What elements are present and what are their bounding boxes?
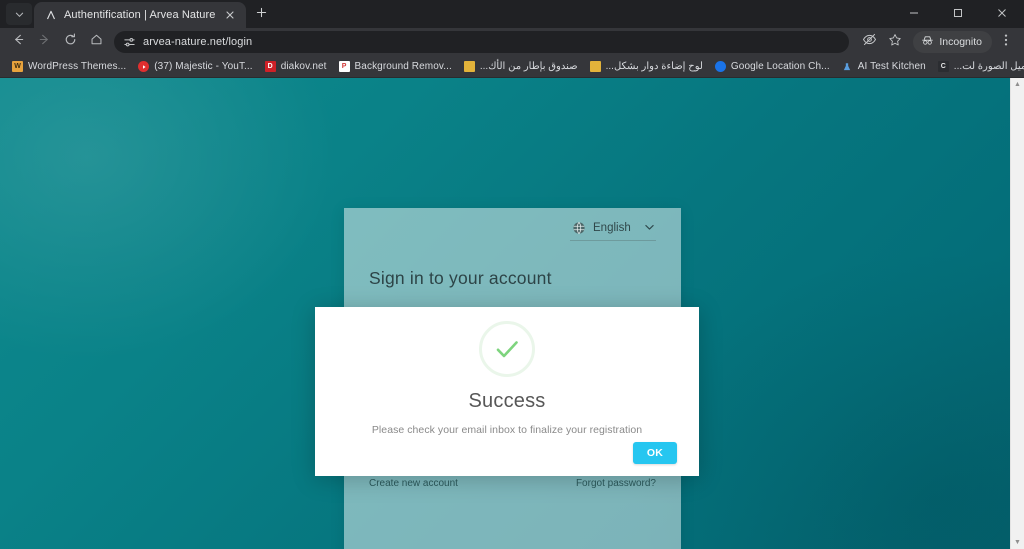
bookmark-favicon-icon: P — [338, 61, 350, 72]
minimize-button[interactable] — [892, 0, 936, 28]
page-scrollbar[interactable]: ▲ ▼ — [1010, 78, 1024, 549]
bookmark-item[interactable]: AI Test Kitchen — [836, 58, 932, 76]
page-viewport: English Sign in to your account User ID … — [0, 78, 1024, 549]
bookmark-item[interactable]: (37) Majestic - YouT... — [132, 58, 258, 76]
page-title: Sign in to your account — [369, 268, 552, 288]
login-links-row: Create new account Forgot password? — [369, 478, 656, 489]
address-bar[interactable]: arvea-nature.net/login — [114, 31, 850, 53]
bookmark-favicon-icon: W — [12, 61, 23, 72]
ok-button[interactable]: OK — [633, 442, 677, 464]
language-value: English — [593, 222, 631, 234]
tune-icon[interactable] — [122, 35, 136, 49]
close-icon[interactable] — [223, 8, 238, 23]
browser-window: Authentification | Arvea Nature arvea-na… — [0, 0, 1024, 549]
browser-tab[interactable]: Authentification | Arvea Nature — [34, 2, 246, 28]
chevron-down-icon — [15, 10, 24, 19]
bookmark-item[interactable]: C قم بتحميل الصورة لت... — [932, 58, 1024, 76]
language-row: English — [369, 208, 656, 241]
eye-slash-icon — [862, 32, 877, 52]
bookmark-label: AI Test Kitchen — [857, 61, 926, 72]
background-highlight — [0, 78, 360, 378]
bookmark-favicon-icon: D — [264, 61, 276, 72]
bookmark-label: قم بتحميل الصورة لت... — [953, 61, 1024, 72]
bookmark-favicon-icon — [589, 61, 601, 72]
reload-icon — [64, 33, 77, 51]
bookmark-item[interactable]: W WordPress Themes... — [6, 58, 132, 76]
chevron-down-icon — [645, 223, 654, 233]
close-icon — [997, 5, 1007, 23]
bookmark-label: diakov.net — [280, 61, 327, 72]
create-new-account-link[interactable]: Create new account — [369, 478, 458, 489]
bookmark-item[interactable]: لوح إضاءة دوار بشكل... — [584, 58, 709, 76]
back-button[interactable] — [6, 30, 30, 54]
close-window-button[interactable] — [980, 0, 1024, 28]
address-bar-url: arvea-nature.net/login — [143, 36, 253, 48]
window-controls — [892, 0, 1024, 28]
success-check-icon — [479, 321, 535, 377]
arrow-right-icon — [38, 33, 51, 51]
bookmarks-bar: W WordPress Themes... (37) Majestic - Yo… — [0, 56, 1024, 78]
incognito-indicator[interactable]: Incognito — [913, 31, 992, 53]
caret-down-icon[interactable]: ▼ — [1014, 536, 1021, 549]
flask-icon — [842, 61, 853, 72]
home-icon — [90, 33, 103, 51]
browser-toolbar: arvea-nature.net/login Incognito — [0, 28, 1024, 56]
modal-message: Please check your email inbox to finaliz… — [371, 424, 643, 436]
modal-actions: OK — [337, 442, 677, 476]
home-button[interactable] — [84, 30, 108, 54]
youtube-icon — [138, 61, 150, 72]
arvea-logo-icon — [44, 9, 57, 22]
globe-icon — [572, 221, 586, 235]
star-icon — [888, 33, 902, 52]
minimize-icon — [909, 5, 919, 23]
arrow-left-icon — [12, 33, 25, 51]
bookmark-star-button[interactable] — [883, 30, 907, 54]
plus-icon — [256, 5, 267, 23]
new-tab-button[interactable] — [249, 1, 275, 27]
chrome-menu-button[interactable] — [994, 30, 1018, 54]
bookmark-favicon-icon — [463, 61, 475, 72]
bookmark-item[interactable]: P Background Remov... — [333, 58, 458, 76]
three-dot-menu-icon — [1004, 33, 1008, 52]
caret-up-icon[interactable]: ▲ — [1014, 78, 1021, 91]
incognito-label: Incognito — [939, 36, 982, 48]
incognito-hat-icon — [921, 34, 934, 50]
bookmark-item[interactable]: Google Location Ch... — [709, 58, 836, 76]
tab-title: Authentification | Arvea Nature — [64, 9, 216, 21]
modal-title: Success — [468, 390, 546, 412]
reload-button[interactable] — [58, 30, 82, 54]
success-modal: Success Please check your email inbox to… — [315, 307, 699, 476]
bookmark-label: صندوق بإطار من الأك... — [479, 61, 578, 72]
bookmark-label: Google Location Ch... — [730, 61, 830, 72]
forward-button[interactable] — [32, 30, 56, 54]
forgot-password-link[interactable]: Forgot password? — [576, 478, 656, 489]
bookmark-label: Background Remov... — [354, 61, 452, 72]
maximize-icon — [953, 5, 963, 23]
bookmark-label: (37) Majestic - YouT... — [154, 61, 253, 72]
maximize-button[interactable] — [936, 0, 980, 28]
bookmark-favicon-icon: C — [937, 61, 949, 72]
tab-strip: Authentification | Arvea Nature — [0, 0, 1024, 28]
bookmark-label: لوح إضاءة دوار بشكل... — [605, 61, 703, 72]
bookmark-label: WordPress Themes... — [28, 61, 127, 72]
bookmark-item[interactable]: صندوق بإطار من الأك... — [458, 58, 584, 76]
google-icon — [714, 61, 726, 72]
bookmark-item[interactable]: D diakov.net — [259, 58, 333, 76]
tab-search-button[interactable] — [6, 3, 32, 25]
language-select[interactable]: English — [570, 221, 656, 241]
tracking-protection-button[interactable] — [857, 30, 881, 54]
